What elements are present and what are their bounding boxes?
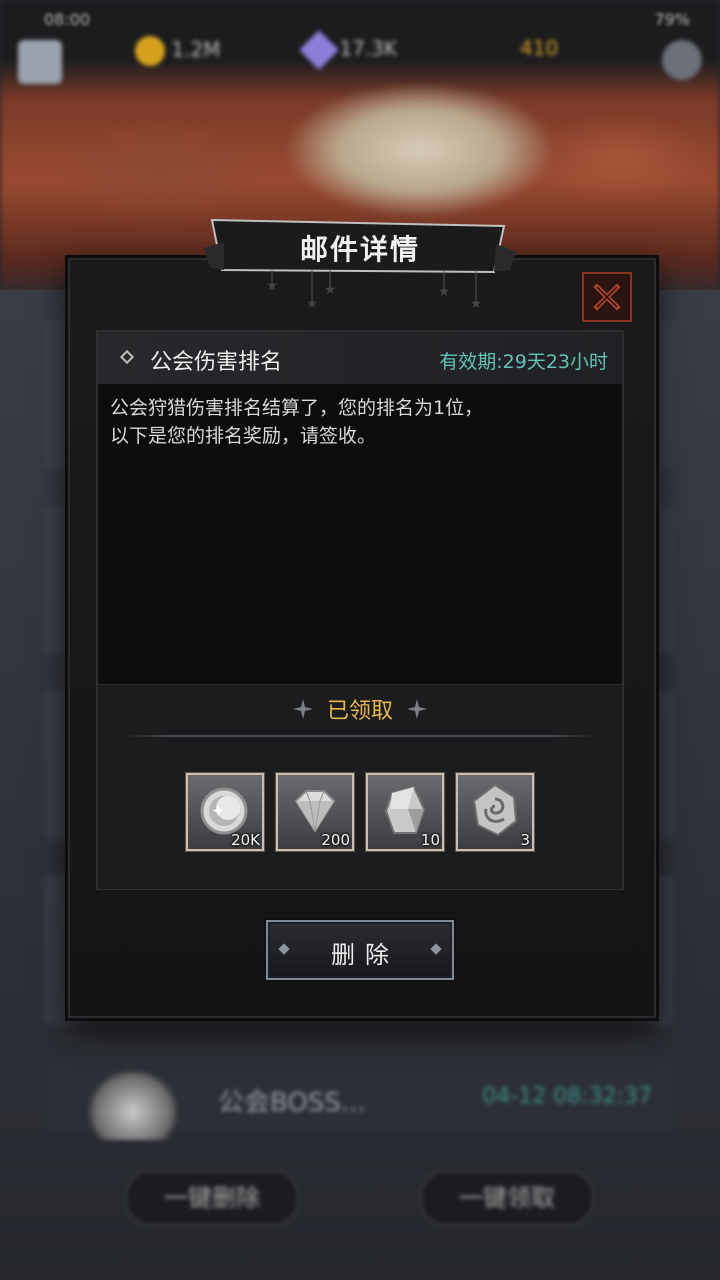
reward-count: 10 xyxy=(420,831,440,849)
claimed-header: 已领取 xyxy=(98,693,622,729)
gem-counter: 17.3K xyxy=(299,30,398,76)
claimed-status: 已领取 xyxy=(326,699,393,724)
close-icon xyxy=(593,283,621,311)
reward-count: 3 xyxy=(520,831,530,849)
sparkle-right-icon xyxy=(407,699,428,719)
gold-coin-icon xyxy=(135,36,165,66)
reward-section: 已领取 20K 200 10 3 xyxy=(98,684,622,889)
subject-bar: 公会伤害排名 有效期:29天23小时 xyxy=(98,332,622,384)
gem-icon xyxy=(299,30,339,70)
gem-amount: 17.3K xyxy=(339,36,398,61)
energy-amount: 410 xyxy=(520,36,559,60)
reward-item-moon-coin[interactable]: 20K xyxy=(185,772,265,852)
reward-divider xyxy=(124,735,596,737)
guild-logo-icon[interactable] xyxy=(18,40,62,84)
rune-stone-icon xyxy=(472,783,518,837)
gold-amount: 1.2M xyxy=(171,37,221,62)
status-bar: 08:00 79% xyxy=(0,0,720,40)
svg-text:★: ★ xyxy=(470,296,483,312)
svg-text:★: ★ xyxy=(324,282,337,298)
mail-body-text: 公会狩猎伤害排名结算了，您的排名为1位， 以下是您的排名奖励，请签收。 xyxy=(110,397,484,447)
background-mail-row[interactable]: 公会BOSS... 04-12 08:32:37 xyxy=(48,1060,672,1140)
sparkle-left-icon xyxy=(292,699,313,719)
dialog-title-banner: ★ ★ ★ ★ ★ 邮件详情 xyxy=(204,218,516,312)
reward-count: 20K xyxy=(231,831,260,849)
gold-counter: 1.2M xyxy=(135,36,220,76)
mail-validity: 有效期:29天23小时 xyxy=(439,351,608,373)
background-row-date: 04-12 08:32:37 xyxy=(482,1084,652,1109)
svg-text:★: ★ xyxy=(306,296,319,312)
delete-button[interactable]: 删除 xyxy=(266,920,454,980)
close-button[interactable] xyxy=(582,272,632,322)
claim-all-button[interactable]: 一键领取 xyxy=(420,1170,594,1226)
boss-icon xyxy=(88,1070,178,1140)
svg-text:★: ★ xyxy=(266,278,279,294)
reward-item-diamond[interactable]: 200 xyxy=(275,772,355,852)
background-row-title: 公会BOSS... xyxy=(218,1088,366,1118)
reward-item-ore-stone[interactable]: 10 xyxy=(365,772,445,852)
status-time: 08:00 xyxy=(44,10,91,29)
settings-gear-icon[interactable] xyxy=(662,40,702,80)
delete-all-button[interactable]: 一键删除 xyxy=(125,1170,299,1226)
dialog-title: 邮件详情 xyxy=(299,233,420,266)
status-battery: 79% xyxy=(654,10,690,29)
delete-button-label: 删除 xyxy=(331,941,399,969)
mail-subject: 公会伤害排名 xyxy=(150,350,283,375)
diamond-bullet-icon xyxy=(119,349,135,365)
svg-text:★: ★ xyxy=(438,284,451,300)
energy-counter: 410 xyxy=(520,36,558,76)
reward-item-rune-stone[interactable]: 3 xyxy=(455,772,535,852)
mail-content-panel: 公会伤害排名 有效期:29天23小时 公会狩猎伤害排名结算了，您的排名为1位， … xyxy=(96,330,624,890)
reward-count: 200 xyxy=(321,831,350,849)
reward-items: 20K 200 10 3 xyxy=(185,772,546,853)
